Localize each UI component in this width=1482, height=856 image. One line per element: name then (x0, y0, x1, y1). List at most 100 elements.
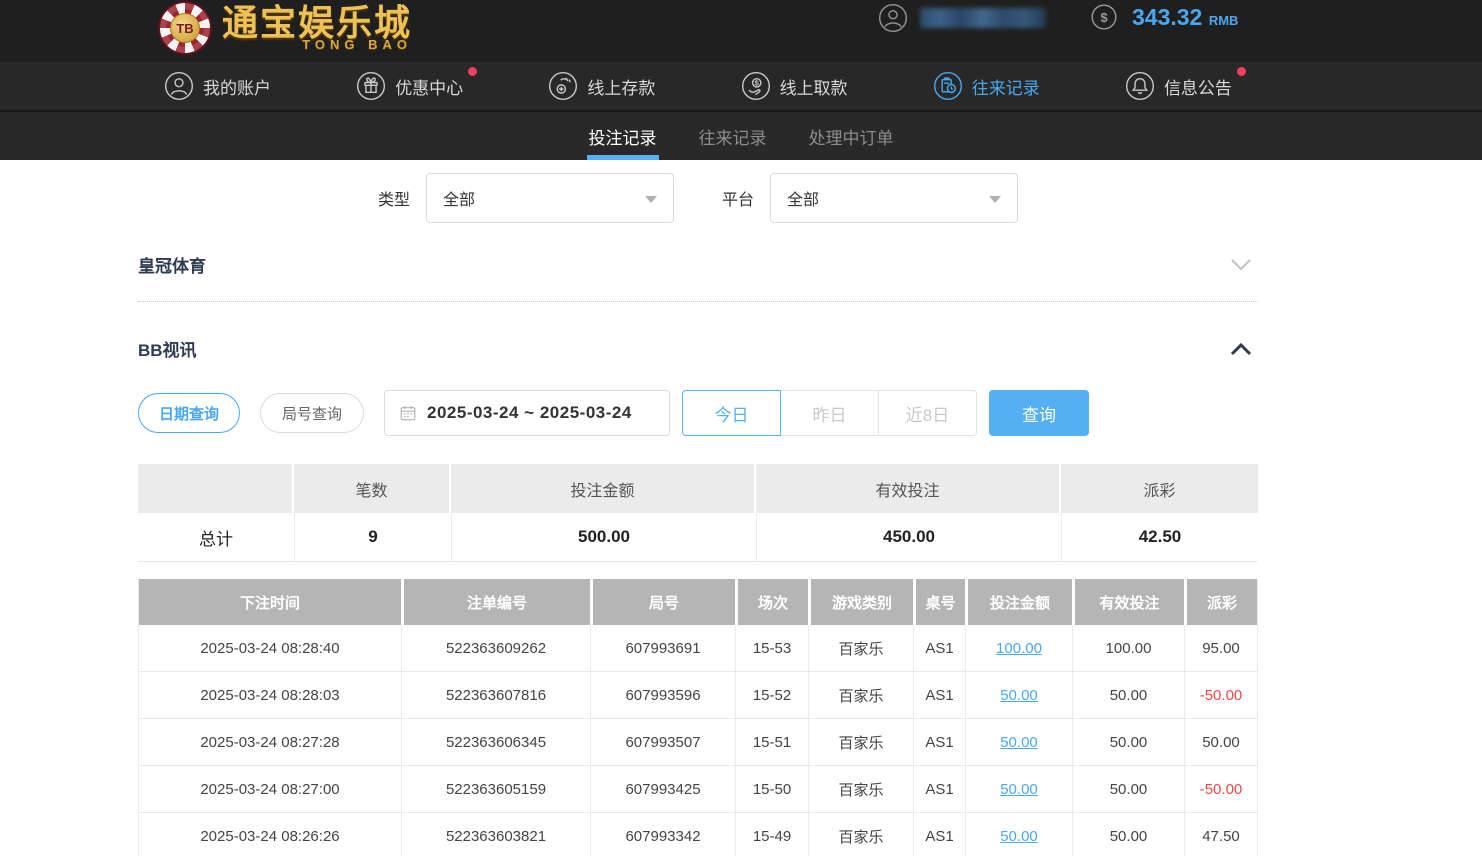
bet-amount-link[interactable]: 50.00 (1000, 734, 1038, 751)
platform-select-value: 全部 (787, 186, 819, 210)
game-type-cell: 百家乐 (808, 813, 913, 856)
valid-bet-cell: 50.00 (1072, 672, 1184, 719)
wallet-balance[interactable]: $ 343.32 RMB (1090, 3, 1238, 31)
section-title: 皇冠体育 (138, 252, 206, 277)
nav-item-online-deposit[interactable]: 线上存款 (548, 71, 655, 101)
tab-label: 投注记录 (589, 124, 657, 149)
date-query-toggle[interactable]: 日期查询 (138, 393, 240, 433)
user-icon (164, 71, 194, 101)
summary-valid-bet-value: 450.00 (756, 513, 1061, 562)
records-icon (933, 71, 963, 101)
balance-currency: RMB (1209, 13, 1239, 28)
table-row: 2025-03-24 08:28:40 522363609262 6079936… (139, 625, 1257, 672)
betting-records-table: 下注时间 注单编号 局号 场次 游戏类别 桌号 投注金额 有效投注 派彩 202… (138, 579, 1258, 856)
round-query-toggle[interactable]: 局号查询 (260, 393, 364, 433)
col-round-no: 局号 (590, 579, 735, 625)
order-id-cell: 522363609262 (401, 625, 590, 672)
summary-header-count: 笔数 (294, 464, 449, 513)
table-no-cell: AS1 (913, 766, 965, 813)
query-controls: 日期查询 局号查询 2025-03-24 ~ 2025-03-24 今日 昨日 (138, 390, 1258, 436)
nav-label: 我的账户 (203, 74, 271, 99)
summary-payout-value: 42.50 (1061, 513, 1258, 562)
search-button[interactable]: 查询 (989, 390, 1089, 436)
platform-filter-group: 平台 全部 (722, 173, 1018, 223)
svg-text:$: $ (1100, 10, 1108, 25)
tab-label: 往来记录 (699, 124, 767, 149)
brand-text: 通宝娱乐城 TONG BAO (222, 1, 412, 52)
chevron-down-icon (989, 196, 1001, 203)
session-cell: 15-53 (735, 625, 808, 672)
last-8-days-button[interactable]: 近8日 (878, 390, 977, 436)
bet-amount-link[interactable]: 50.00 (1000, 687, 1038, 704)
session-cell: 15-49 (735, 813, 808, 856)
deposit-icon (548, 71, 578, 101)
order-id-cell: 522363606345 (401, 719, 590, 766)
table-no-cell: AS1 (913, 813, 965, 856)
nav-label: 往来记录 (972, 74, 1040, 99)
bet-time-cell: 2025-03-24 08:27:00 (139, 766, 401, 813)
nav-item-my-account[interactable]: 我的账户 (164, 71, 271, 101)
chip-label: TB (170, 13, 200, 43)
top-bar: TB 通宝娱乐城 TONG BAO $ (0, 0, 1482, 62)
bet-time-cell: 2025-03-24 08:28:03 (139, 672, 401, 719)
payout-cell: -50.00 (1184, 672, 1257, 719)
bet-time-cell: 2025-03-24 08:28:40 (139, 625, 401, 672)
platform-select[interactable]: 全部 (770, 173, 1018, 223)
platform-filter-label: 平台 (722, 186, 754, 210)
chevron-up-icon[interactable] (1230, 342, 1258, 356)
tab-betting-records[interactable]: 投注记录 (587, 112, 659, 160)
bet-amount-link[interactable]: 50.00 (1000, 781, 1038, 798)
username-redacted (920, 8, 1046, 28)
nav-item-promotions[interactable]: 优惠中心 (356, 71, 463, 101)
summary-bet-amount-value: 500.00 (451, 513, 756, 562)
tab-transaction-records[interactable]: 往来记录 (697, 112, 769, 160)
nav-item-transaction-records[interactable]: 往来记录 (933, 71, 1040, 101)
col-bet-time: 下注时间 (139, 579, 401, 625)
type-select[interactable]: 全部 (426, 173, 674, 223)
gift-icon (356, 71, 386, 101)
session-cell: 15-51 (735, 719, 808, 766)
tab-processing-orders[interactable]: 处理中订单 (807, 112, 896, 160)
yesterday-button[interactable]: 昨日 (780, 390, 879, 436)
type-filter-label: 类型 (378, 186, 410, 210)
chevron-down-icon[interactable] (1230, 258, 1258, 272)
type-filter-group: 类型 全部 (378, 173, 674, 223)
nav-item-announcements[interactable]: 信息公告 (1125, 71, 1232, 101)
summary-header-payout: 派彩 (1061, 464, 1258, 513)
nav-label: 线上存款 (587, 74, 655, 99)
game-type-cell: 百家乐 (808, 625, 913, 672)
dollar-coin-icon: $ (1090, 3, 1118, 31)
section-bb-video[interactable]: BB视讯 (138, 336, 1258, 361)
nav-label: 信息公告 (1164, 74, 1232, 99)
round-no-cell: 607993596 (590, 672, 735, 719)
valid-bet-cell: 50.00 (1072, 719, 1184, 766)
section-crown-sports[interactable]: 皇冠体育 (138, 252, 1258, 302)
nav-label: 线上取款 (780, 74, 848, 99)
notification-badge (468, 67, 477, 76)
summary-count-value: 9 (294, 513, 451, 562)
date-range-input[interactable]: 2025-03-24 ~ 2025-03-24 (384, 390, 670, 436)
bet-amount-link[interactable]: 50.00 (1000, 828, 1038, 845)
table-row: 2025-03-24 08:27:28 522363606345 6079935… (139, 719, 1257, 766)
col-bet-amount: 投注金额 (965, 579, 1072, 625)
summary-header-valid-bet: 有效投注 (756, 464, 1059, 513)
nav-item-online-withdrawal[interactable]: $ 线上取款 (741, 71, 848, 101)
table-row: 2025-03-24 08:26:26 522363603821 6079933… (139, 813, 1257, 856)
user-account-summary[interactable] (878, 3, 1046, 33)
summary-header-empty (138, 464, 292, 513)
round-no-cell: 607993691 (590, 625, 735, 672)
today-button[interactable]: 今日 (682, 390, 781, 436)
col-order-id: 注单编号 (401, 579, 590, 625)
bet-amount-link[interactable]: 100.00 (996, 640, 1042, 657)
game-type-cell: 百家乐 (808, 766, 913, 813)
section-title: BB视讯 (138, 336, 197, 361)
notification-badge (1237, 67, 1246, 76)
col-valid-bet: 有效投注 (1072, 579, 1184, 625)
summary-table: 笔数 投注金额 有效投注 派彩 总计 9 500.00 450.00 42.50 (138, 464, 1258, 562)
col-session: 场次 (735, 579, 808, 625)
main-navigation: 我的账户 优惠中心 (0, 62, 1482, 112)
tab-label: 处理中订单 (809, 124, 894, 149)
calendar-icon (399, 404, 417, 422)
site-logo[interactable]: TB 通宝娱乐城 TONG BAO (158, 1, 412, 55)
payout-cell: 47.50 (1184, 813, 1257, 856)
